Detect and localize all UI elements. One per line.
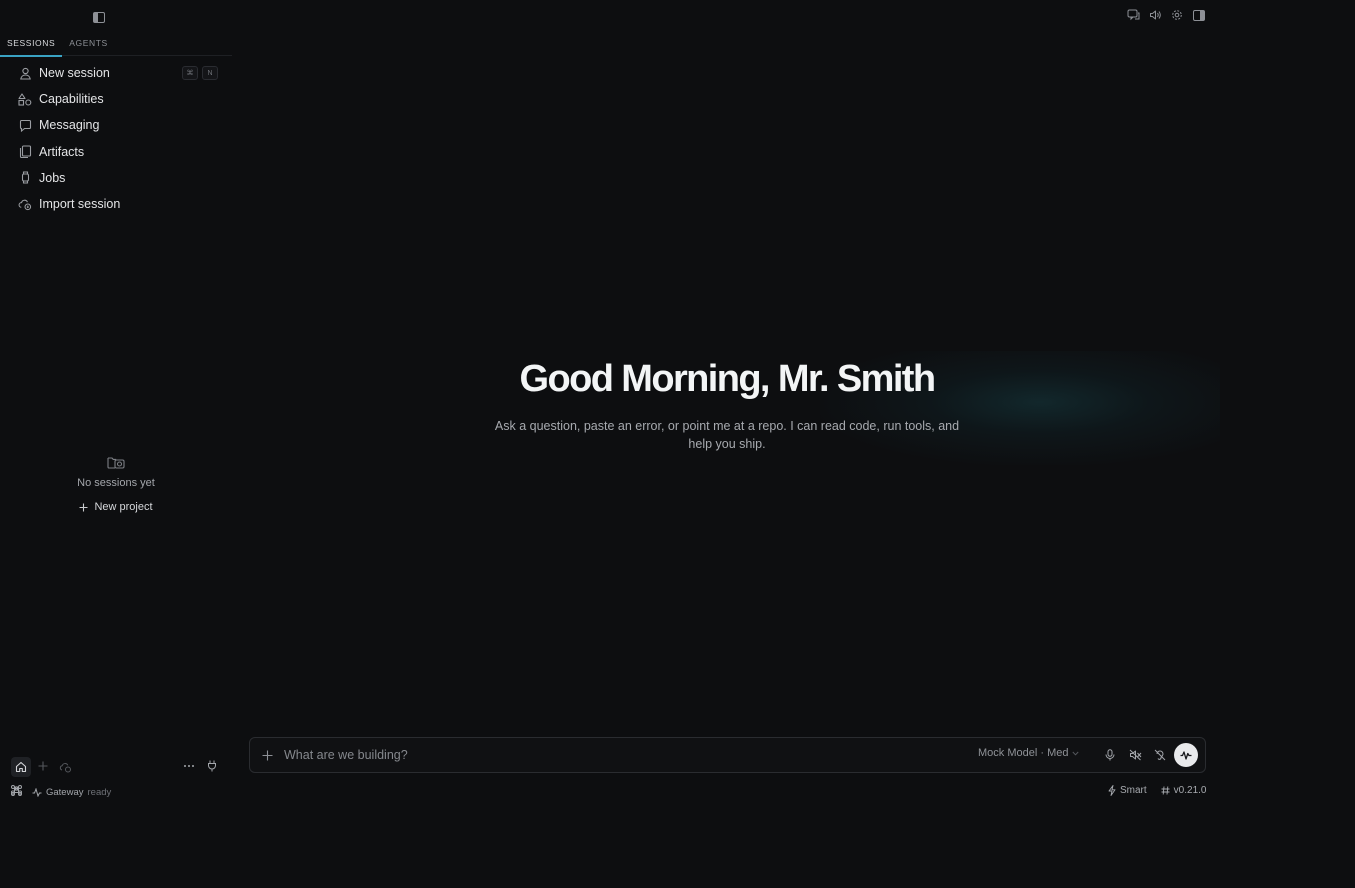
sidebar-item-new-session[interactable]: New session ⌘ N [12, 60, 222, 86]
sidebar-item-label: New session [39, 66, 110, 81]
new-project-label: New project [94, 501, 153, 513]
sidebar-tabs: SESSIONS AGENTS [0, 34, 232, 57]
lightning-icon [1108, 785, 1116, 796]
sidebar-item-label: Artifacts [39, 144, 85, 159]
sidebar-item-artifacts[interactable]: Artifacts [12, 139, 222, 165]
sidebar-item-capabilities[interactable]: Capabilities [12, 86, 222, 112]
version-label: v0.21.0 [1173, 785, 1207, 796]
plus-icon [79, 503, 88, 511]
watch-icon [18, 171, 32, 185]
volume-icon[interactable] [1148, 8, 1162, 22]
sidebar-item-import-session[interactable]: Import session [12, 191, 222, 217]
version-indicator[interactable]: v0.21.0 [1161, 785, 1207, 796]
cloud-import-icon [18, 197, 32, 211]
sidebar-item-label: Capabilities [39, 92, 104, 107]
add-icon[interactable] [33, 756, 53, 776]
chat-history-icon[interactable] [1126, 8, 1140, 22]
model-selector-label: Mock Model · Med [978, 747, 1069, 759]
home-icon[interactable] [11, 757, 31, 777]
right-panel-toggle-icon[interactable] [1192, 8, 1206, 22]
new-project-button[interactable]: New project [79, 501, 153, 513]
hearing-off-icon[interactable] [1152, 747, 1168, 763]
sidebar-item-jobs[interactable]: Jobs [12, 165, 222, 191]
app-window: SESSIONS AGENTS New session ⌘ N Capabili… [0, 0, 1355, 888]
files-icon [18, 145, 32, 159]
model-selector[interactable]: Mock Model · Med [978, 747, 1080, 759]
activity-icon [32, 787, 42, 797]
camera-folder-icon [0, 455, 232, 471]
prompt-input[interactable] [282, 745, 922, 765]
shortcut-hint: ⌘ N [182, 66, 218, 80]
greeting-subtitle: Ask a question, paste an error, or point… [494, 419, 960, 451]
sidebar-toggle-icon[interactable] [92, 11, 106, 23]
shortcut-key: N [202, 66, 218, 80]
top-toolbar [1126, 8, 1206, 22]
more-options-icon[interactable] [179, 756, 199, 776]
sidebar-item-label: Import session [39, 197, 121, 212]
status-bar-left: Gateway ready [10, 785, 111, 799]
mute-speaker-icon[interactable] [1127, 747, 1143, 763]
prompt-composer: Mock Model · Med [249, 737, 1206, 773]
empty-state-text: No sessions yet [77, 477, 155, 489]
sessions-empty-state: No sessions yet New project [0, 455, 232, 517]
chevron-down-icon [1072, 751, 1080, 756]
sidebar-item-label: Messaging [39, 118, 100, 133]
sidebar-bottom-bar [10, 756, 225, 778]
person-icon [18, 66, 32, 80]
plug-icon[interactable] [202, 756, 222, 776]
sidebar-item-messaging[interactable]: Messaging [12, 112, 222, 138]
voice-wave-button[interactable] [1174, 743, 1198, 767]
sidebar-item-label: Jobs [39, 170, 66, 185]
gateway-label: Gateway [46, 786, 84, 798]
cloud-sync-icon[interactable] [55, 757, 75, 777]
attach-plus-icon[interactable] [260, 748, 274, 762]
gateway-status[interactable]: Gateway ready [32, 787, 111, 798]
sidebar: SESSIONS AGENTS New session ⌘ N Capabili… [0, 0, 232, 888]
waveform-icon [1180, 751, 1192, 760]
shapes-icon [18, 92, 32, 106]
sidebar-nav: New session ⌘ N Capabilities Messaging A… [12, 60, 222, 217]
mode-label: Smart [1120, 785, 1147, 796]
greeting-title: Good Morning, Mr. Smith [519, 358, 937, 400]
settings-gear-icon[interactable] [1170, 8, 1184, 22]
hash-icon [1161, 786, 1170, 795]
gateway-state: ready [87, 786, 112, 798]
command-icon[interactable] [10, 785, 23, 799]
tab-agents[interactable]: AGENTS [62, 34, 115, 56]
shortcut-key: ⌘ [182, 66, 198, 80]
tab-sessions[interactable]: SESSIONS [0, 34, 63, 57]
chat-bubble-icon [18, 118, 32, 132]
status-bar-right: Smart v0.21.0 [1108, 785, 1206, 796]
microphone-icon[interactable] [1102, 747, 1118, 763]
mode-indicator[interactable]: Smart [1108, 785, 1147, 796]
